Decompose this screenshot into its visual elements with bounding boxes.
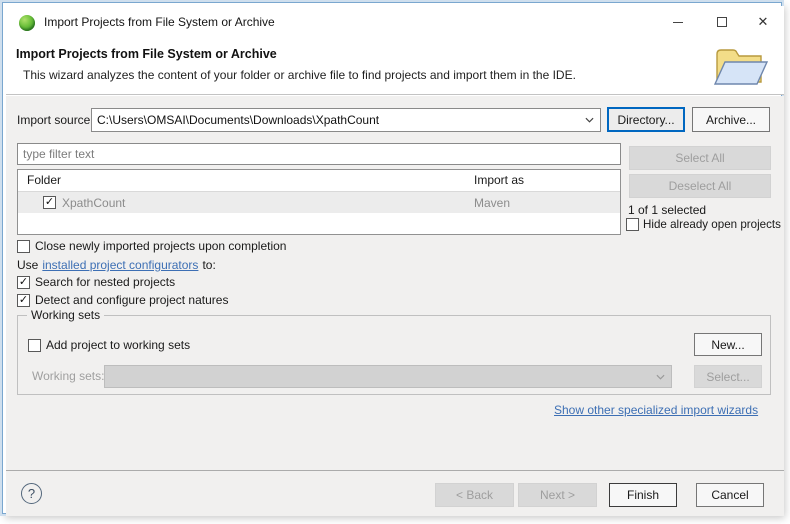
help-icon: ?	[27, 486, 36, 501]
configurators-link[interactable]: installed project configurators	[42, 258, 198, 272]
directory-button[interactable]: Directory...	[607, 107, 685, 132]
new-working-set-button[interactable]: New...	[694, 333, 762, 356]
close-imported-checkbox[interactable]	[17, 239, 30, 253]
check-icon: ✓	[18, 275, 29, 288]
selection-status: 1 of 1 selected	[628, 203, 707, 217]
chevron-down-icon	[656, 374, 665, 380]
add-working-sets-checkbox[interactable]	[28, 338, 41, 352]
check-icon: ✓	[18, 293, 29, 306]
next-button[interactable]: Next >	[518, 483, 597, 507]
configurators-line: Use installed project configurators to:	[17, 258, 216, 272]
filter-input[interactable]	[17, 143, 621, 165]
hide-open-projects-checkbox[interactable]	[626, 218, 639, 231]
page-title: Import Projects from File System or Arch…	[16, 47, 277, 61]
projects-table[interactable]: Folder Import as ✓ XpathCount Maven	[17, 169, 621, 235]
check-icon: ✓	[44, 196, 55, 208]
close-imported-label: Close newly imported projects upon compl…	[35, 239, 287, 253]
chevron-down-icon	[585, 117, 594, 123]
project-natures-option[interactable]: ✓ Detect and configure project natures	[17, 293, 228, 307]
minimize-icon	[673, 21, 683, 23]
import-wizard-dialog: Import Projects from File System or Arch…	[2, 2, 784, 516]
column-header-import-as[interactable]: Import as	[474, 173, 524, 187]
table-row[interactable]: ✓ XpathCount Maven	[18, 192, 620, 213]
close-button[interactable]: ✕	[746, 6, 780, 38]
other-wizards-link[interactable]: Show other specialized import wizards	[554, 403, 758, 417]
title-bar: Import Projects from File System or Arch…	[6, 6, 784, 39]
project-import-as-cell: Maven	[474, 195, 511, 210]
maximize-icon	[717, 17, 727, 27]
help-button[interactable]: ?	[21, 483, 42, 504]
use-suffix-text: to:	[202, 258, 216, 272]
button-bar: ? < Back Next > Finish Cancel	[6, 471, 784, 516]
eclipse-icon	[19, 15, 35, 31]
import-source-label: Import source:	[17, 113, 94, 127]
select-all-button[interactable]: Select All	[629, 146, 771, 170]
nested-projects-label: Search for nested projects	[35, 275, 176, 289]
finish-button[interactable]: Finish	[609, 483, 677, 507]
use-prefix-text: Use	[17, 258, 39, 272]
working-sets-legend: Working sets	[27, 308, 105, 322]
wizard-header: Import Projects from File System or Arch…	[6, 39, 784, 95]
import-source-combo[interactable]: C:\Users\OMSAI\Documents\Downloads\Xpath…	[91, 108, 601, 132]
maximize-button[interactable]	[705, 6, 739, 38]
working-sets-combo[interactable]	[104, 365, 672, 388]
folder-icon	[713, 49, 769, 85]
import-source-value: C:\Users\OMSAI\Documents\Downloads\Xpath…	[97, 113, 380, 127]
working-sets-field-label: Working sets:	[32, 369, 105, 383]
project-checkbox[interactable]: ✓	[43, 196, 56, 209]
back-button[interactable]: < Back	[435, 483, 514, 507]
window-title: Import Projects from File System or Arch…	[44, 15, 275, 29]
hide-open-projects-label: Hide already open projects	[643, 218, 781, 231]
add-working-sets-option[interactable]: Add project to working sets	[28, 338, 190, 352]
page-description: This wizard analyzes the content of your…	[23, 68, 576, 82]
project-folder-cell: XpathCount	[62, 195, 126, 210]
select-working-set-button[interactable]: Select...	[694, 365, 762, 388]
nested-projects-checkbox[interactable]: ✓	[17, 275, 30, 289]
screen: Import Projects from File System or Arch…	[0, 0, 790, 524]
minimize-button[interactable]	[661, 6, 695, 38]
project-natures-label: Detect and configure project natures	[35, 293, 229, 307]
cancel-button[interactable]: Cancel	[696, 483, 764, 507]
close-icon: ✕	[757, 14, 769, 29]
add-working-sets-label: Add project to working sets	[46, 338, 191, 352]
archive-button[interactable]: Archive...	[692, 107, 770, 132]
table-header: Folder Import as	[18, 170, 620, 192]
column-header-folder[interactable]: Folder	[27, 173, 61, 187]
nested-projects-option[interactable]: ✓ Search for nested projects	[17, 275, 175, 289]
project-natures-checkbox[interactable]: ✓	[17, 293, 30, 307]
deselect-all-button[interactable]: Deselect All	[629, 174, 771, 198]
close-imported-option[interactable]: Close newly imported projects upon compl…	[17, 239, 286, 253]
hide-open-projects-option[interactable]: Hide already open projects	[626, 218, 781, 231]
working-sets-group: Working sets Add project to working sets…	[17, 308, 771, 395]
